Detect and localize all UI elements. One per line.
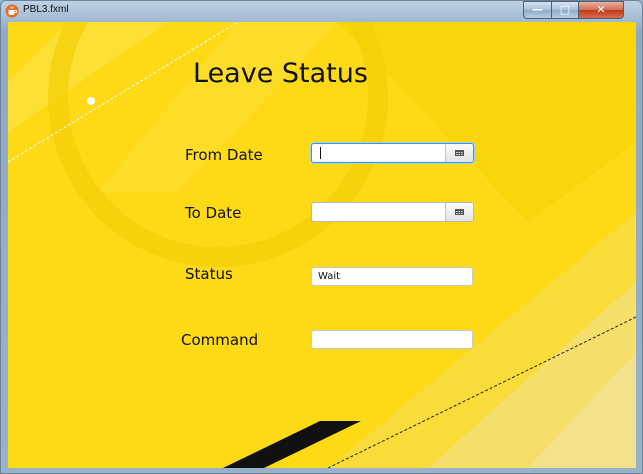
calendar-icon (455, 150, 464, 156)
application-window: PBL3.fxml — □ ✕ Leave Status From Date T… (0, 0, 643, 474)
maximize-button[interactable]: □ (551, 1, 579, 19)
to-date-calendar-button[interactable] (445, 203, 473, 221)
status-label: Status (185, 265, 233, 283)
from-date-calendar-button[interactable] (445, 144, 473, 162)
calendar-icon (455, 209, 464, 215)
minimize-icon: — (532, 2, 543, 16)
close-icon: ✕ (596, 2, 606, 16)
command-label: Command (181, 331, 259, 349)
close-button[interactable]: ✕ (578, 1, 624, 19)
to-date-picker[interactable] (311, 202, 474, 222)
from-date-picker[interactable] (311, 143, 474, 163)
command-field[interactable] (311, 330, 473, 349)
maximize-icon: □ (559, 2, 571, 16)
page-title: Leave Status (193, 58, 368, 89)
from-date-label: From Date (185, 146, 263, 164)
to-date-label: To Date (185, 204, 242, 222)
to-date-input[interactable] (312, 203, 446, 221)
status-field[interactable]: Wait (311, 267, 473, 286)
from-date-input[interactable] (312, 144, 446, 162)
text-caret (320, 147, 321, 159)
form-area: Leave Status From Date To Date Status Wa… (8, 22, 636, 468)
java-cup-icon (5, 4, 19, 18)
window-title: PBL3.fxml (23, 4, 69, 15)
title-bar[interactable]: PBL3.fxml — □ ✕ (1, 1, 642, 21)
minimize-button[interactable]: — (523, 1, 552, 19)
